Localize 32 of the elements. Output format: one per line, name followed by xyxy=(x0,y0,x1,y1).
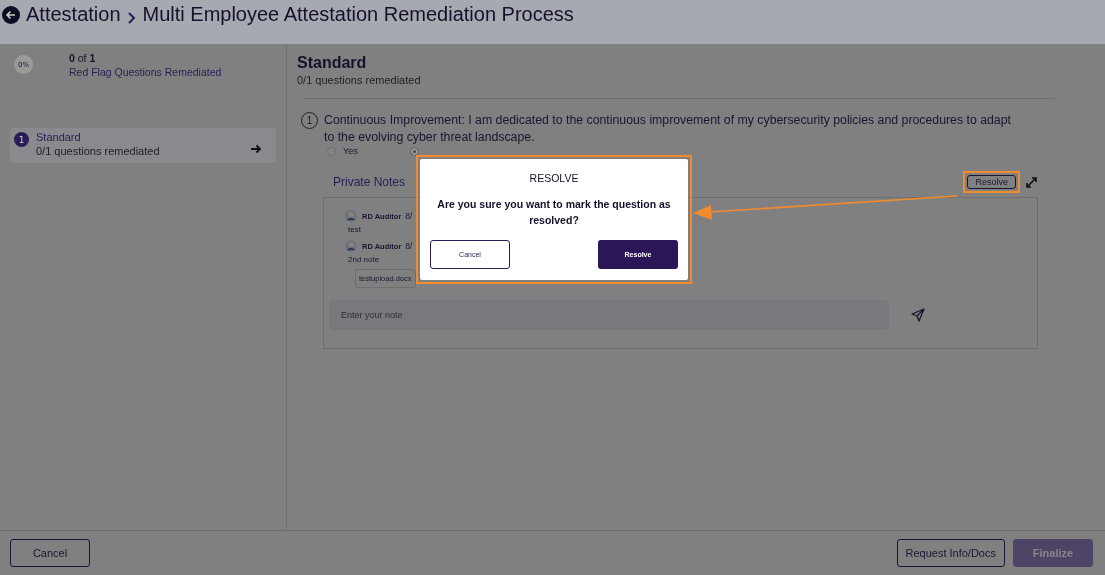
note-input[interactable]: Enter your note xyxy=(329,300,889,330)
finalize-button[interactable]: Finalize xyxy=(1013,539,1093,567)
section-subtitle: 0/1 questions remediated xyxy=(36,145,161,157)
send-icon[interactable] xyxy=(911,308,925,322)
note-date: 8/ xyxy=(405,241,413,251)
arrow-right-icon xyxy=(251,144,262,154)
notes-title: Private Notes xyxy=(333,175,406,189)
request-info-button[interactable]: Request Info/Docs xyxy=(896,539,1005,567)
dialog-title: RESOLVE xyxy=(529,172,579,184)
note-text: 2nd note xyxy=(348,255,381,264)
section-title: Standard xyxy=(36,131,82,143)
question-text: Continuous Improvement: I am dedicated to the continuous improvement of my cybersecurity policies and procedures to adapt to the evolving cyber threat landscape. xyxy=(324,112,1012,146)
option-label: Yes xyxy=(343,146,358,156)
radio-button[interactable] xyxy=(409,146,419,156)
number-badge: 1 xyxy=(14,132,29,147)
cancel-button[interactable]: Cancel xyxy=(10,539,90,567)
section-heading: Standard xyxy=(297,54,368,72)
chevron-icon xyxy=(126,11,137,25)
section-item[interactable]: 1 Standard 0/1 questions remediated xyxy=(10,128,276,163)
progress-count: 0 of 1 xyxy=(69,52,97,64)
resolve-button[interactable]: Resolve xyxy=(967,175,1016,189)
expand-icon[interactable] xyxy=(1026,176,1037,188)
breadcrumb[interactable]: Attestation xyxy=(26,3,121,26)
breadcrumb: Multi Employee Attestation Remediation Process xyxy=(142,3,574,26)
dialog-message: Are you sure you want to mark the question as resolved? xyxy=(436,197,672,228)
progress-label: Red Flag Questions Remediated xyxy=(69,66,222,78)
avatar-icon xyxy=(345,210,357,222)
note-date: 8/ xyxy=(405,211,413,221)
back-icon[interactable] xyxy=(2,6,20,24)
note-text: test xyxy=(348,225,362,234)
avatar-icon xyxy=(345,240,357,252)
section-subtitle: 0/1 questions remediated xyxy=(297,74,422,86)
